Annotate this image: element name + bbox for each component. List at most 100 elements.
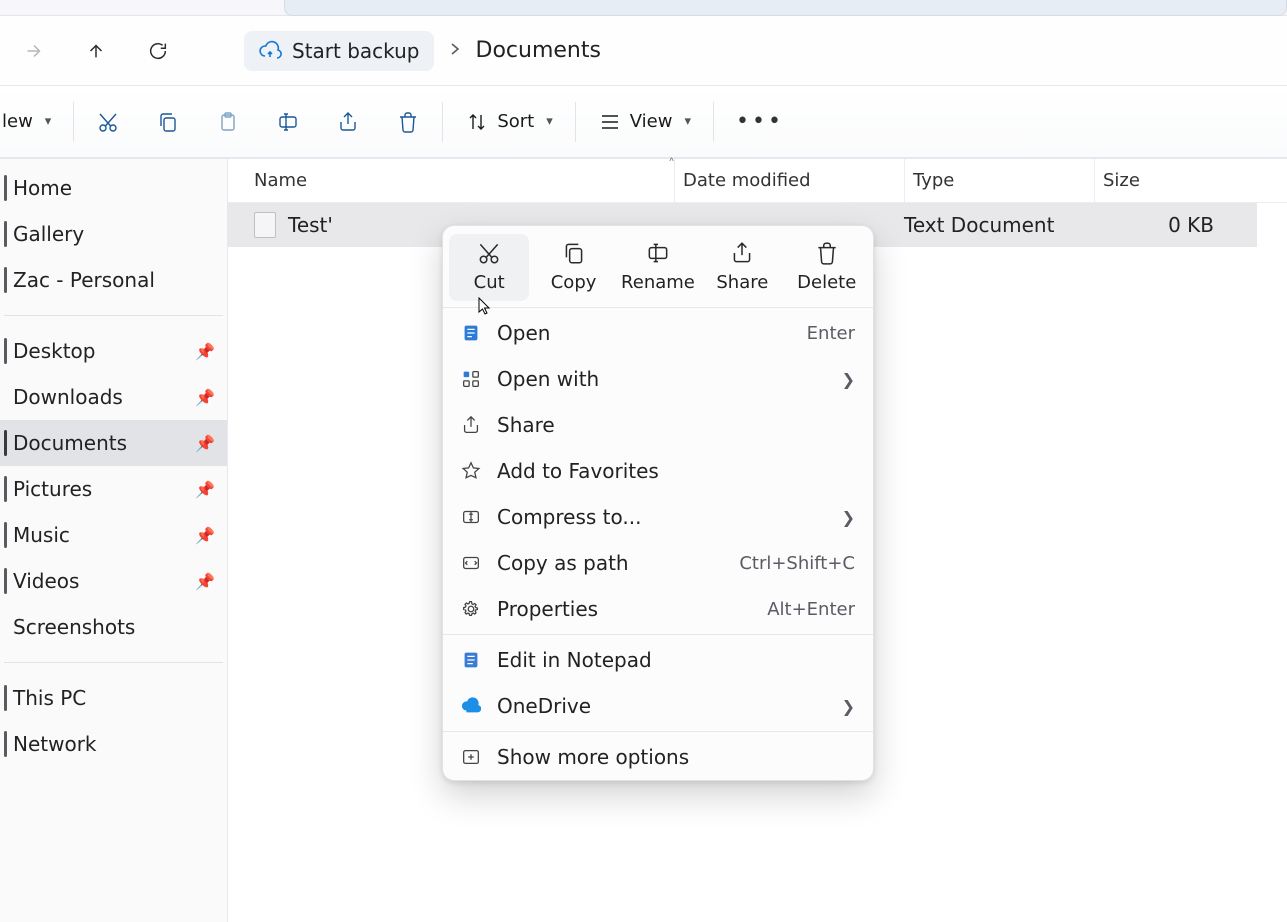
pin-icon: 📌: [195, 342, 215, 361]
chevron-right-icon: ❯: [842, 370, 855, 389]
separator: [713, 102, 714, 142]
chevron-down-icon: ▾: [45, 114, 52, 129]
view-label: View: [630, 111, 673, 132]
column-headers: Name Date modified Type Size: [228, 159, 1287, 203]
address-bar-region: [0, 0, 1287, 16]
navitem-videos[interactable]: Videos📌: [0, 558, 227, 604]
context-menu: Cut Copy Rename Share Delete Open Enter …: [442, 225, 874, 781]
col-datemodified[interactable]: Date modified: [674, 159, 904, 202]
compress-icon: [459, 505, 483, 529]
navitem-thispc[interactable]: This PC: [0, 675, 227, 721]
pin-icon: 📌: [195, 526, 215, 545]
forward-button[interactable]: [12, 29, 56, 73]
col-type[interactable]: Type: [904, 159, 1094, 202]
col-name[interactable]: Name: [254, 159, 674, 202]
pin-icon: 📌: [195, 572, 215, 591]
up-button[interactable]: [74, 29, 118, 73]
rename-button[interactable]: [264, 102, 312, 142]
navigation-pane: Home Gallery Zac - Personal Desktop📌 Dow…: [0, 159, 228, 922]
pin-icon: 📌: [195, 388, 215, 407]
copy-button[interactable]: [144, 102, 192, 142]
navitem-downloads[interactable]: Downloads📌: [0, 374, 227, 420]
navitem-pictures[interactable]: Pictures📌: [0, 466, 227, 512]
ctx-delete-button[interactable]: Delete: [787, 234, 867, 301]
chevron-right-icon: ❯: [842, 697, 855, 716]
cut-button[interactable]: [84, 102, 132, 142]
open-icon: [459, 321, 483, 345]
navitem-desktop[interactable]: Desktop📌: [0, 328, 227, 374]
ctx-share[interactable]: Share: [443, 402, 873, 448]
chevron-down-icon: ▾: [684, 114, 691, 129]
mouse-cursor: [478, 297, 492, 317]
separator: [4, 315, 223, 316]
new-button[interactable]: lew ▾: [0, 102, 63, 142]
ctx-properties[interactable]: Properties Alt+Enter: [443, 586, 873, 632]
view-button[interactable]: View ▾: [586, 102, 703, 142]
accelerator: Ctrl+Shift+C: [739, 553, 855, 574]
cloud-backup-icon: [258, 39, 282, 63]
ctx-show-more[interactable]: Show more options: [443, 734, 873, 780]
chevron-down-icon: ▾: [546, 114, 553, 129]
sort-button[interactable]: Sort ▾: [453, 102, 564, 142]
ctx-copy-as-path[interactable]: Copy as path Ctrl+Shift+C: [443, 540, 873, 586]
onedrive-icon: [459, 694, 483, 718]
breadcrumb: Start backup Documents: [230, 28, 615, 74]
ctx-onedrive[interactable]: OneDrive ❯: [443, 683, 873, 729]
navitem-personal[interactable]: Zac - Personal: [0, 257, 227, 303]
more-button[interactable]: •••: [724, 102, 796, 142]
navigation-row: Start backup Documents: [0, 16, 1287, 86]
accelerator: Alt+Enter: [767, 599, 855, 620]
command-toolbar: lew ▾ Sort ▾ View ▾ •••: [0, 86, 1287, 158]
notepad-icon: [459, 648, 483, 672]
sort-label: Sort: [497, 111, 534, 132]
open-with-icon: [459, 367, 483, 391]
ctx-copy-button[interactable]: Copy: [534, 234, 614, 301]
separator: [575, 102, 576, 142]
file-type: Text Document: [904, 213, 1094, 237]
pin-icon: 📌: [195, 434, 215, 453]
star-icon: [459, 459, 483, 483]
share-button[interactable]: [324, 102, 372, 142]
ctx-share-button[interactable]: Share: [702, 234, 782, 301]
text-file-icon: [254, 212, 276, 238]
separator: [4, 662, 223, 663]
navitem-home[interactable]: Home: [0, 165, 227, 211]
separator: [443, 731, 873, 732]
properties-icon: [459, 597, 483, 621]
refresh-button[interactable]: [136, 29, 180, 73]
col-size[interactable]: Size: [1094, 159, 1224, 202]
address-bar[interactable]: [284, 0, 1287, 16]
ctx-cut-button[interactable]: Cut: [449, 234, 529, 301]
file-name: Test': [288, 213, 333, 237]
new-label: lew: [2, 111, 33, 132]
navitem-documents[interactable]: Documents📌: [0, 420, 227, 466]
paste-button[interactable]: [204, 102, 252, 142]
separator: [442, 102, 443, 142]
share-icon: [459, 413, 483, 437]
chevron-right-icon: [444, 40, 466, 61]
ctx-rename-button[interactable]: Rename: [618, 234, 698, 301]
separator: [443, 307, 873, 308]
accelerator: Enter: [807, 323, 855, 344]
separator: [73, 102, 74, 142]
navitem-screenshots[interactable]: Screenshots: [0, 604, 227, 650]
context-quick-actions: Cut Copy Rename Share Delete: [443, 226, 873, 305]
ctx-compress[interactable]: Compress to... ❯: [443, 494, 873, 540]
breadcrumb-backup-label: Start backup: [292, 39, 420, 63]
ctx-open[interactable]: Open Enter: [443, 310, 873, 356]
file-size: 0 KB: [1094, 213, 1224, 237]
breadcrumb-current[interactable]: Documents: [476, 38, 601, 63]
ctx-add-favorites[interactable]: Add to Favorites: [443, 448, 873, 494]
delete-button[interactable]: [384, 102, 432, 142]
ctx-open-with[interactable]: Open with ❯: [443, 356, 873, 402]
ctx-edit-notepad[interactable]: Edit in Notepad: [443, 637, 873, 683]
sort-ascending-icon: ˄: [668, 157, 675, 173]
breadcrumb-backup-chip[interactable]: Start backup: [244, 31, 434, 71]
copy-path-icon: [459, 551, 483, 575]
separator: [443, 634, 873, 635]
more-options-icon: [459, 745, 483, 769]
navitem-gallery[interactable]: Gallery: [0, 211, 227, 257]
navitem-network[interactable]: Network: [0, 721, 227, 767]
chevron-right-icon: ❯: [842, 508, 855, 527]
navitem-music[interactable]: Music📌: [0, 512, 227, 558]
